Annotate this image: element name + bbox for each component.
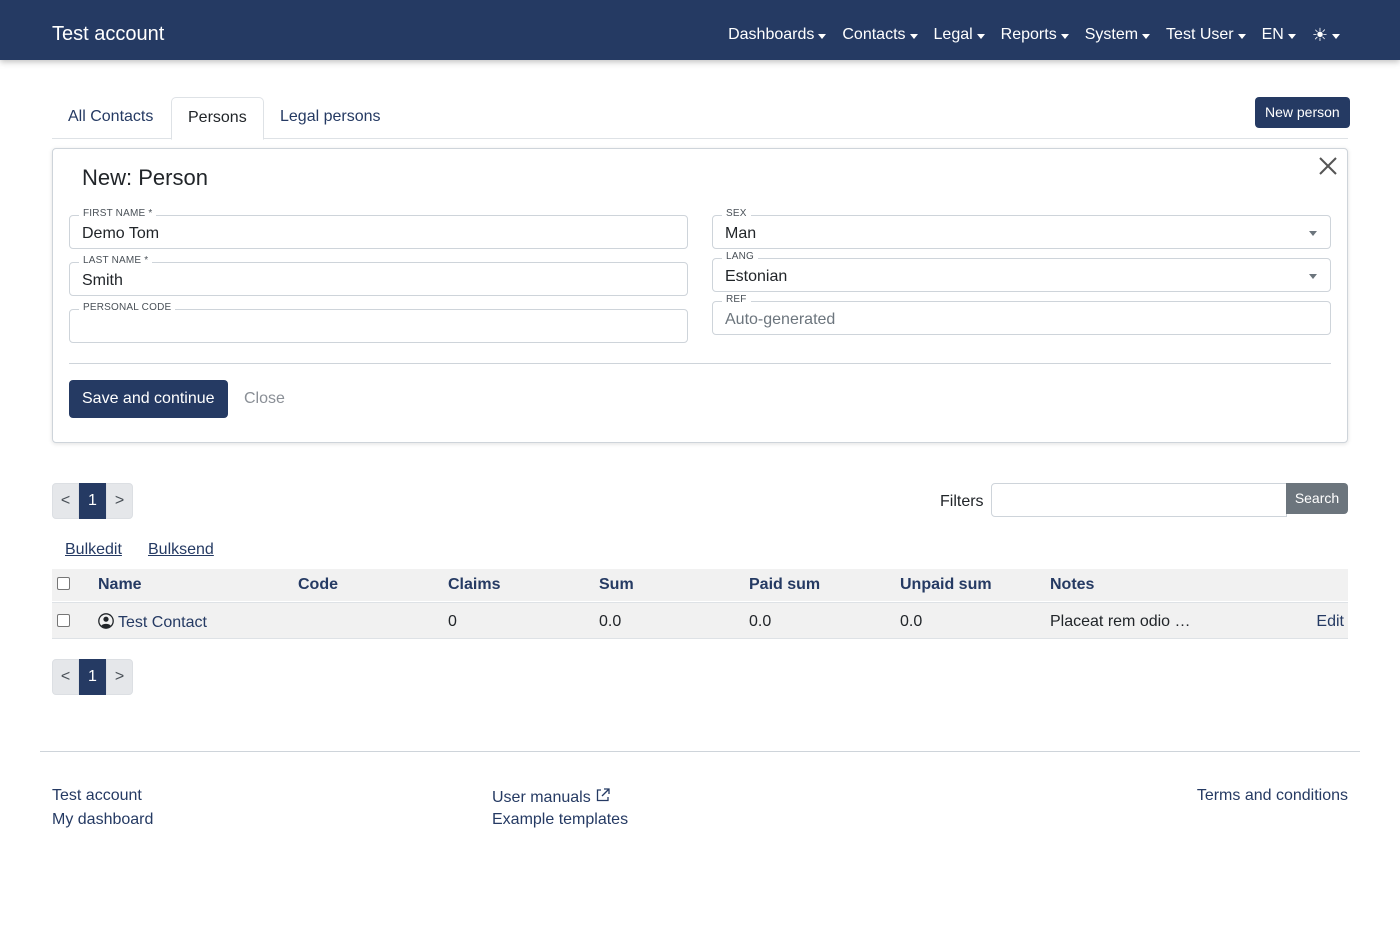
footer-example-templates-link[interactable]: Example templates <box>492 811 628 829</box>
cell-sum: 0.0 <box>599 613 622 630</box>
top-navbar: Test account Dashboards Contacts Legal R… <box>0 0 1400 60</box>
nav-dashboards-dropdown[interactable]: Dashboards <box>728 24 827 46</box>
contact-name-link[interactable]: Test Contact <box>98 613 207 632</box>
personal-code-label: PERSONAL CODE <box>79 301 176 315</box>
first-name-label: FIRST NAME * <box>79 207 157 221</box>
form-title: New: Person <box>82 165 208 190</box>
pagination-prev-button[interactable]: < <box>52 483 79 519</box>
chevron-down-icon <box>909 33 918 39</box>
new-person-button[interactable]: New person <box>1255 97 1350 128</box>
sun-icon: ☀ <box>1311 25 1328 45</box>
nav-legal-dropdown[interactable]: Legal <box>934 24 985 46</box>
tab-all-contacts[interactable]: All Contacts <box>52 97 169 139</box>
bulksend-link[interactable]: Bulksend <box>148 541 214 559</box>
pagination-next-button[interactable]: > <box>106 659 133 695</box>
footer-my-dashboard-link[interactable]: My dashboard <box>52 811 153 829</box>
footer-terms-link[interactable]: Terms and conditions <box>1197 787 1348 805</box>
nav-contacts-label: Contacts <box>842 26 906 43</box>
select-all-checkbox[interactable] <box>57 577 70 590</box>
cell-paid-sum: 0.0 <box>749 613 772 630</box>
nav-language-dropdown[interactable]: EN <box>1262 24 1296 46</box>
edit-link[interactable]: Edit <box>1316 613 1344 631</box>
nav-reports-label: Reports <box>1000 26 1057 43</box>
last-name-label: LAST NAME * <box>79 254 153 268</box>
last-name-value: Smith <box>82 272 123 289</box>
chevron-down-icon <box>1332 33 1340 39</box>
lang-value: Estonian <box>725 268 788 285</box>
first-name-value: Demo Tom <box>82 225 160 242</box>
first-name-field[interactable]: FIRST NAME * Demo Tom <box>69 207 688 249</box>
bulkedit-link[interactable]: Bulkedit <box>65 541 122 559</box>
search-button[interactable]: Search <box>1286 483 1348 514</box>
ref-label: REF <box>722 293 751 307</box>
column-header-name[interactable]: Name <box>98 576 142 594</box>
column-header-claims[interactable]: Claims <box>448 576 500 594</box>
new-person-form-card: New: Person FIRST NAME * Demo Tom LAST N… <box>52 148 1348 443</box>
last-name-field[interactable]: LAST NAME * Smith <box>69 254 688 296</box>
nav-language-label: EN <box>1261 26 1284 43</box>
contact-name: Test Contact <box>118 614 207 631</box>
nav-menu: Dashboards Contacts Legal Reports System… <box>728 24 1340 46</box>
column-header-unpaid-sum[interactable]: Unpaid sum <box>900 576 992 594</box>
filters-input[interactable] <box>991 483 1287 517</box>
external-link-icon <box>596 788 610 802</box>
theme-toggle-dropdown[interactable]: ☀ <box>1312 26 1340 44</box>
nav-system-label: System <box>1084 26 1139 43</box>
form-divider <box>69 363 1331 364</box>
tab-persons[interactable]: Persons <box>171 97 264 140</box>
cell-unpaid-sum: 0.0 <box>900 613 923 630</box>
row-checkbox[interactable] <box>57 614 70 627</box>
chevron-down-icon <box>976 33 985 39</box>
column-header-code[interactable]: Code <box>298 576 338 594</box>
filters-label: Filters <box>940 493 984 510</box>
pagination-page-button[interactable]: 1 <box>79 659 106 695</box>
column-header-notes[interactable]: Notes <box>1050 576 1094 594</box>
nav-user-label: Test User <box>1166 26 1234 43</box>
nav-contacts-dropdown[interactable]: Contacts <box>842 24 918 46</box>
lang-label: LANG <box>722 250 759 264</box>
tab-legal-persons[interactable]: Legal persons <box>264 97 397 139</box>
chevron-down-icon <box>1142 33 1151 39</box>
pagination-bottom: < 1 > <box>52 659 133 695</box>
cell-notes: Placeat rem odio … <box>1050 613 1191 630</box>
sex-select[interactable]: SEX Man <box>712 207 1331 249</box>
chevron-down-icon <box>1060 33 1069 39</box>
footer-user-manuals-link[interactable]: User manuals <box>492 787 611 807</box>
chevron-down-icon <box>1287 33 1296 39</box>
chevron-down-icon <box>1309 274 1317 279</box>
user-manuals-label: User manuals <box>492 789 591 806</box>
pagination-prev-button[interactable]: < <box>52 659 79 695</box>
nav-legal-label: Legal <box>933 26 973 43</box>
pagination-top: < 1 > <box>52 483 133 519</box>
chevron-down-icon <box>1309 231 1317 236</box>
column-header-sum[interactable]: Sum <box>599 576 634 594</box>
table-header: Name Code Claims Sum Paid sum Unpaid sum… <box>52 569 1348 601</box>
sex-label: SEX <box>722 207 751 221</box>
lang-select[interactable]: LANG Estonian <box>712 250 1331 292</box>
chevron-down-icon <box>818 33 827 39</box>
table-row: Test Contact 0 0.0 0.0 0.0 Placeat rem o… <box>52 602 1348 639</box>
column-header-paid-sum[interactable]: Paid sum <box>749 576 820 594</box>
person-circle-icon <box>98 613 114 629</box>
personal-code-field[interactable]: PERSONAL CODE <box>69 301 688 343</box>
nav-system-dropdown[interactable]: System <box>1084 24 1151 46</box>
pagination-page-button[interactable]: 1 <box>79 483 106 519</box>
close-icon[interactable] <box>1317 155 1339 177</box>
ref-placeholder: Auto-generated <box>725 311 836 328</box>
chevron-down-icon <box>1237 33 1246 39</box>
nav-reports-dropdown[interactable]: Reports <box>1001 24 1069 46</box>
contact-tabs: All Contacts Persons Legal persons <box>52 97 1348 140</box>
pagination-next-button[interactable]: > <box>106 483 133 519</box>
nav-user-dropdown[interactable]: Test User <box>1166 24 1246 46</box>
nav-dashboards-label: Dashboards <box>728 26 815 43</box>
footer-divider <box>40 751 1360 752</box>
cell-claims: 0 <box>448 613 457 630</box>
footer-test-account-link[interactable]: Test account <box>52 787 142 805</box>
brand-title[interactable]: Test account <box>52 22 164 46</box>
save-and-continue-button[interactable]: Save and continue <box>69 380 228 418</box>
sex-value: Man <box>725 225 757 242</box>
close-form-button[interactable]: Close <box>244 390 285 408</box>
ref-field[interactable]: REF Auto-generated <box>712 293 1331 335</box>
